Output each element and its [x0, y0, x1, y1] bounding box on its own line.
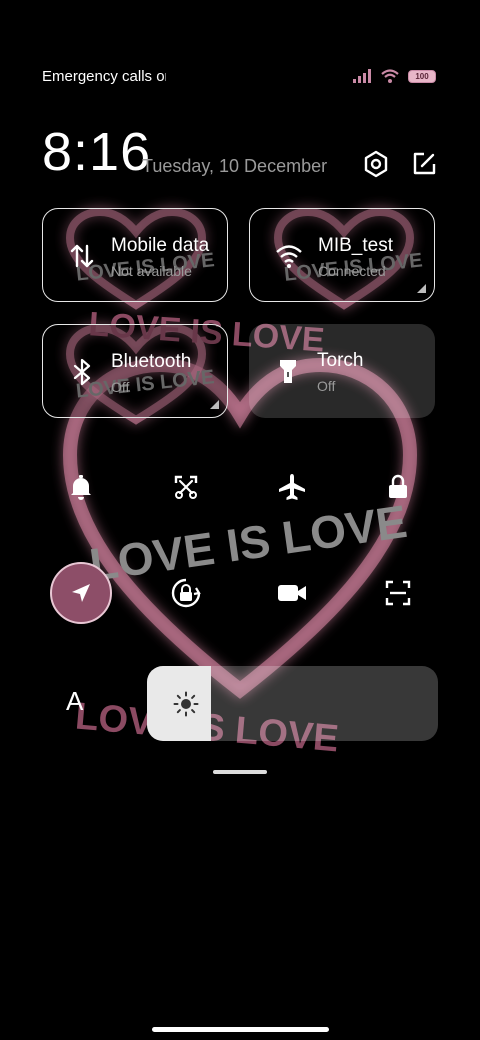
toggle-location[interactable] — [50, 562, 112, 624]
battery-indicator: 100 — [408, 69, 436, 83]
toggle-rotation-lock[interactable] — [154, 561, 218, 625]
rotation-lock-icon — [171, 578, 201, 608]
wifi-icon — [381, 69, 399, 83]
tile-expand-indicator[interactable] — [417, 284, 426, 293]
signal-icon — [353, 69, 371, 83]
toggle-lock-screen[interactable] — [366, 455, 430, 519]
screenshot-icon — [174, 475, 198, 499]
wifi-icon — [276, 245, 302, 268]
location-icon — [72, 584, 90, 602]
brightness-slider[interactable] — [147, 666, 438, 741]
bell-icon — [71, 475, 91, 500]
toggle-screen-recorder[interactable] — [260, 561, 324, 625]
tile-status: Off — [317, 378, 336, 394]
toggle-notifications[interactable] — [49, 455, 113, 519]
toggle-airplane-mode[interactable] — [260, 455, 324, 519]
airplane-icon — [279, 474, 305, 500]
date: Tuesday, 10 December — [142, 156, 328, 176]
lock-icon — [389, 474, 407, 498]
edit-icon[interactable] — [410, 150, 438, 178]
auto-brightness-button[interactable]: A — [66, 686, 83, 717]
status-icons: 100 — [352, 68, 436, 84]
tile-torch[interactable]: Torch Off — [249, 324, 435, 418]
status-bar: Emergency calls only 100 — [0, 60, 480, 92]
tile-status: Not available — [111, 263, 192, 279]
wallpaper-text: LOVE IS LOVE — [86, 495, 410, 591]
tile-name: Mobile data — [111, 235, 210, 256]
panel-drag-handle[interactable] — [213, 770, 267, 774]
tile-name: Torch — [317, 350, 364, 371]
tile-bluetooth[interactable]: Bluetooth Off — [42, 324, 228, 418]
toggle-scanner[interactable] — [366, 561, 430, 625]
scanner-icon — [385, 580, 411, 606]
tile-name: MIB_test — [318, 235, 393, 256]
header: 8:16 Tuesday, 10 December — [42, 120, 438, 184]
tile-name: Bluetooth — [111, 351, 192, 372]
video-camera-icon — [278, 585, 306, 601]
bluetooth-icon — [73, 358, 91, 386]
gear-icon[interactable] — [362, 150, 390, 178]
tile-mobile-data[interactable]: Mobile data Not available — [42, 208, 228, 302]
carrier-text: Emergency calls only — [42, 68, 166, 85]
tile-expand-indicator[interactable] — [210, 400, 219, 409]
clock: 8:16 — [42, 122, 152, 182]
torch-icon — [280, 360, 296, 383]
toggle-screenshot[interactable] — [154, 455, 218, 519]
mobile-data-icon — [70, 244, 94, 268]
tile-wifi[interactable]: MIB_test Connected — [249, 208, 435, 302]
sun-icon — [173, 691, 199, 717]
tile-status: Connected — [318, 263, 386, 279]
tile-status: Off — [111, 379, 130, 395]
home-indicator[interactable] — [152, 1027, 329, 1032]
